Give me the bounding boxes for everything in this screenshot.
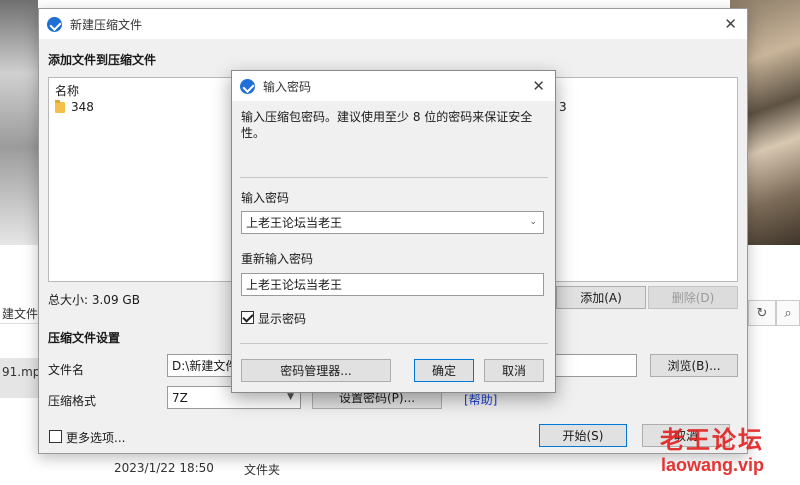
password-field-value: 上老王论坛当老王 <box>246 216 343 230</box>
main-dialog-title: 新建压缩文件 <box>70 17 143 32</box>
refresh-icon[interactable]: ↻ <box>748 300 776 326</box>
archive-settings-heading: 压缩文件设置 <box>48 331 121 345</box>
search-icon[interactable]: ⌕ <box>776 300 800 326</box>
password-dialog-title: 输入密码 <box>263 79 312 94</box>
folder-icon <box>55 99 65 113</box>
browse-button[interactable]: 浏览(B)... <box>650 354 738 377</box>
watermark-en: laowang.vip <box>660 455 764 475</box>
chevron-down-icon: ▼ <box>287 392 294 402</box>
password-label: 输入密码 <box>241 191 290 205</box>
close-icon[interactable]: ✕ <box>532 77 545 95</box>
list-item-name: 348 <box>71 100 94 114</box>
list-item-size-fragment: 3 <box>559 100 567 114</box>
repeat-password-field[interactable]: 上老王论坛当老王 <box>241 273 544 296</box>
delete-button[interactable]: 删除(D) <box>648 286 738 309</box>
show-password-checkbox[interactable] <box>241 311 254 324</box>
main-titlebar: 新建压缩文件 ✕ <box>39 9 747 39</box>
filename-label: 文件名 <box>48 363 85 377</box>
background-image-left <box>0 0 38 245</box>
divider <box>240 343 548 344</box>
app-logo-icon <box>47 16 62 32</box>
help-link[interactable]: [帮助] <box>464 391 497 408</box>
password-titlebar: 输入密码 ✕ <box>232 71 555 101</box>
add-files-heading: 添加文件到压缩文件 <box>48 53 157 67</box>
chevron-down-icon[interactable]: ⌄ <box>529 217 537 227</box>
format-label: 压缩格式 <box>48 394 97 408</box>
more-options-label[interactable]: 更多选项... <box>66 429 125 446</box>
close-icon[interactable]: ✕ <box>724 15 737 33</box>
watermark-cn: 老王论坛 <box>660 426 764 454</box>
app-logo-icon <box>240 78 255 94</box>
repeat-password-label: 重新输入密码 <box>241 252 314 266</box>
password-dialog: 输入密码 ✕ 输入压缩包密码。建议使用至少 8 位的密码来保证安全性。 输入密码… <box>231 70 556 393</box>
list-item[interactable]: 348 <box>55 99 94 114</box>
total-size-label: 总大小: 3.09 GB <box>48 293 140 307</box>
password-cancel-button[interactable]: 取消 <box>484 359 544 382</box>
ok-button[interactable]: 确定 <box>414 359 474 382</box>
watermark: 老王论坛 laowang.vip <box>660 420 764 476</box>
more-options-checkbox[interactable] <box>49 430 62 443</box>
background-row-date: 2023/1/22 18:50 <box>114 461 214 475</box>
format-select-value: 7Z <box>172 390 188 405</box>
password-field[interactable]: 上老王论坛当老王 ⌄ <box>241 211 544 234</box>
password-description: 输入压缩包密码。建议使用至少 8 位的密码来保证安全性。 <box>241 110 533 140</box>
background-row-type: 文件夹 <box>244 463 281 477</box>
column-header-name[interactable]: 名称 <box>55 82 79 99</box>
start-button[interactable]: 开始(S) <box>539 424 627 447</box>
show-password-label[interactable]: 显示密码 <box>258 310 306 327</box>
add-button[interactable]: 添加(A) <box>556 286 646 309</box>
divider <box>240 177 548 178</box>
password-manager-button[interactable]: 密码管理器... <box>241 359 391 382</box>
